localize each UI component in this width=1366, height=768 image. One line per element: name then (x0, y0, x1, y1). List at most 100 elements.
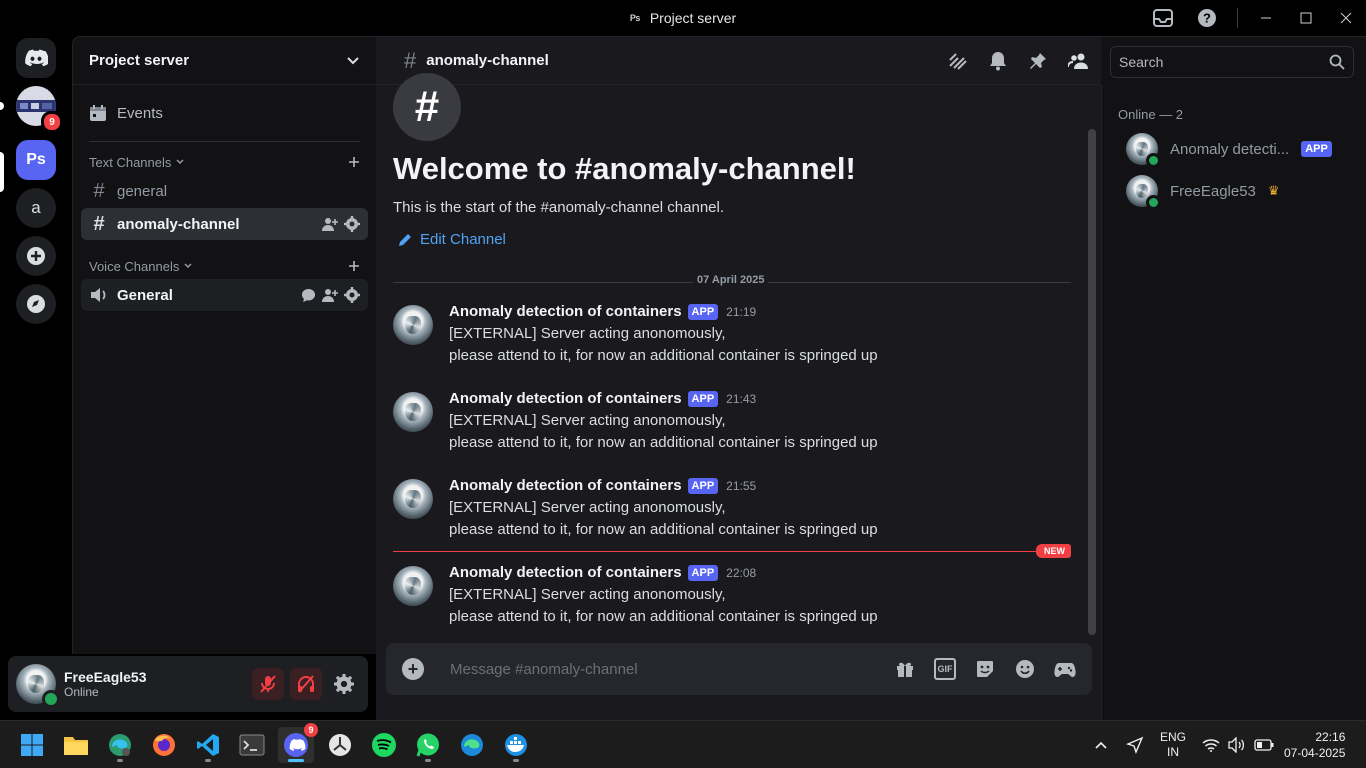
voice-channels-category[interactable]: Voice Channels (73, 254, 376, 278)
server-mini-icon: Ps (629, 13, 641, 23)
avatar[interactable] (393, 305, 433, 345)
threads-icon[interactable] (946, 49, 970, 73)
message-author[interactable]: Anomaly detection of containers (449, 390, 682, 407)
plus-circle-icon (27, 247, 45, 265)
server-a[interactable]: a (16, 188, 56, 228)
deafen-button[interactable] (290, 668, 322, 700)
language-indicator[interactable]: ENG IN (1160, 721, 1186, 768)
pin-icon[interactable] (1026, 49, 1050, 73)
taskbar-docker[interactable] (498, 727, 534, 763)
sticker-icon[interactable] (974, 658, 996, 680)
avatar[interactable] (393, 566, 433, 606)
close-button[interactable] (1326, 0, 1366, 36)
create-voice-channel-icon[interactable] (348, 260, 360, 272)
voice-channel-general[interactable]: General (81, 279, 368, 311)
gear-icon[interactable] (344, 287, 360, 303)
avatar[interactable] (393, 392, 433, 432)
message-item[interactable]: Anomaly detection of containers APP 21:5… (393, 477, 1071, 543)
voice-channels-label: Voice Channels (89, 258, 180, 274)
channel-general[interactable]: # general (81, 175, 368, 207)
message-author[interactable]: Anomaly detection of containers (449, 477, 682, 494)
taskbar-terminal[interactable] (234, 727, 270, 763)
invite-icon[interactable] (322, 287, 338, 303)
mic-muted-icon (260, 675, 276, 693)
taskbar-spotify[interactable] (366, 727, 402, 763)
message-time: 22:08 (726, 565, 757, 580)
window-title: Project server (649, 10, 737, 26)
message-composer[interactable]: + Message #anomaly-channel GIF (386, 643, 1092, 695)
avatar[interactable] (393, 479, 433, 519)
text-channels-label: Text Channels (89, 154, 172, 170)
emoji-icon[interactable] (1014, 658, 1036, 680)
start-button[interactable] (14, 727, 50, 763)
text-channels-category[interactable]: Text Channels (73, 150, 376, 174)
activities-icon[interactable] (1054, 658, 1076, 680)
running-indicator (288, 759, 304, 762)
create-text-channel-icon[interactable] (348, 156, 360, 168)
search-input[interactable]: Search (1110, 46, 1354, 78)
member-item[interactable]: Anomaly detecti... APP (1126, 133, 1332, 168)
server-header[interactable]: Project server (73, 37, 376, 85)
message-line: [EXTERNAL] Server acting anonomously, (449, 499, 726, 516)
taskbar-vscode[interactable] (190, 727, 226, 763)
running-indicator (117, 759, 123, 762)
message-line: please attend to it, for now an addition… (449, 608, 878, 625)
user-info[interactable]: FreeEagle53 Online (64, 669, 147, 699)
taskbar-edge[interactable] (454, 727, 490, 763)
taskbar-edge-dev[interactable] (102, 727, 138, 763)
location-arrow-icon[interactable] (1126, 721, 1144, 768)
online-header: Online — 2 (1118, 107, 1184, 122)
titlebar-separator (1237, 8, 1238, 28)
member-list-icon[interactable] (1066, 49, 1090, 73)
gif-icon[interactable]: GIF (934, 658, 956, 680)
user-settings-button[interactable] (328, 668, 360, 700)
quick-settings[interactable] (1202, 721, 1274, 768)
taskbar-clock[interactable]: 22:16 07-04-2025 (1284, 721, 1345, 768)
attach-plus-icon[interactable]: + (402, 658, 424, 680)
taskbar-file-explorer[interactable] (58, 727, 94, 763)
message-item[interactable]: Anomaly detection of containers APP 21:1… (393, 303, 1071, 369)
hash-icon: # (93, 212, 105, 235)
gear-icon[interactable] (344, 216, 360, 232)
taskbar-whatsapp[interactable] (410, 727, 446, 763)
new-messages-divider: NEW (393, 544, 1071, 558)
mute-microphone-button[interactable] (252, 668, 284, 700)
notification-bell-icon[interactable] (986, 49, 1010, 73)
discover-button[interactable] (16, 284, 56, 324)
events-item[interactable]: Events (81, 95, 368, 131)
inbox-icon[interactable] (1141, 0, 1185, 36)
unread-indicator (0, 102, 4, 110)
edit-channel-link[interactable]: Edit Channel (398, 231, 506, 248)
member-item[interactable]: FreeEagle53 ♛ (1126, 175, 1280, 210)
discord-home-button[interactable] (16, 38, 56, 78)
message-author[interactable]: Anomaly detection of containers (449, 564, 682, 581)
add-server-button[interactable] (16, 236, 56, 276)
taskbar-clock-app[interactable] (322, 727, 358, 763)
gear-icon (334, 674, 354, 694)
docker-icon (505, 734, 527, 756)
maximize-button[interactable] (1286, 0, 1326, 36)
channel-anomaly-channel[interactable]: # anomaly-channel (81, 208, 368, 240)
user-avatar-wrap[interactable] (16, 664, 60, 708)
whatsapp-icon (416, 733, 439, 757)
server-project-server[interactable]: Ps (16, 140, 56, 180)
minimize-button[interactable] (1246, 0, 1286, 36)
gift-icon[interactable] (894, 658, 916, 680)
server-icon-image[interactable]: 9 (16, 86, 63, 133)
taskbar-discord[interactable]: 9 (278, 723, 318, 763)
tray-overflow-chevron[interactable] (1094, 721, 1108, 768)
invite-icon[interactable] (322, 216, 338, 232)
help-icon[interactable]: ? (1185, 0, 1229, 36)
channel-sidebar: Project server Events Text Channels # ge… (72, 36, 376, 654)
taskbar-firefox[interactable] (146, 727, 182, 763)
message-item[interactable]: Anomaly detection of containers APP 22:0… (393, 564, 1071, 630)
server-owner-crown-icon: ♛ (1267, 183, 1280, 198)
chat-scrollbar[interactable] (1088, 129, 1096, 635)
windows-taskbar: 9 ENG IN 22:16 07-04-2025 (0, 720, 1366, 768)
message-item[interactable]: Anomaly detection of containers APP 21:4… (393, 390, 1071, 456)
chat-scrollbar-thumb[interactable] (1088, 129, 1096, 635)
message-author[interactable]: Anomaly detection of containers (449, 303, 682, 320)
chat-bubble-icon[interactable] (301, 288, 316, 303)
message-input[interactable]: Message #anomaly-channel (450, 661, 638, 678)
chevron-down-icon (176, 159, 184, 165)
